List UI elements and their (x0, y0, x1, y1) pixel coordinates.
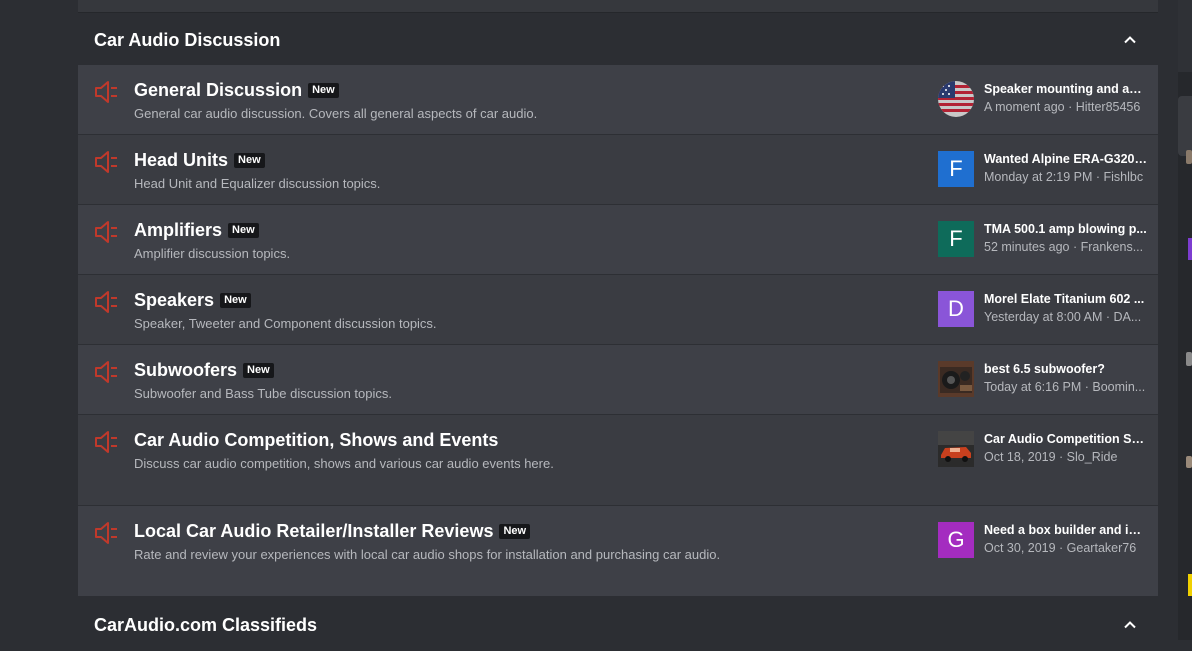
latest-post-meta: A moment ago · Hitter85456 (984, 100, 1141, 114)
forum-description: Discuss car audio competition, shows and… (134, 456, 554, 471)
chevron-up-icon[interactable] (1118, 28, 1142, 52)
speaker-icon (94, 149, 120, 175)
forum-node: Speakers New Speaker, Tweeter and Componen… (78, 275, 1158, 345)
user-avatar[interactable]: F (938, 151, 974, 187)
forum-list: General Discussion New General car audio d… (78, 65, 1158, 596)
forum-info: Subwoofers New Subwoofer and Bass Tube dis… (134, 360, 894, 401)
speaker-icon (94, 219, 120, 245)
chevron-up-icon[interactable] (1118, 613, 1142, 637)
forum-title-link[interactable]: Subwoofers (134, 360, 237, 381)
category-header-car-audio-discussion: Car Audio Discussion (78, 14, 1158, 66)
new-badge: New (220, 293, 251, 308)
speaker-icon (94, 429, 120, 455)
latest-post: F TMA 500.1 amp blowing p... 52 minutes ag… (938, 221, 1153, 261)
forum-info: Car Audio Competition, Shows and Events D… (134, 430, 894, 471)
forum-title-link[interactable]: General Discussion (134, 80, 302, 101)
new-badge: New (243, 363, 274, 378)
latest-post: Speaker mounting and amp... A moment ago … (938, 81, 1153, 121)
forum-node: Local Car Audio Retailer/Installer Revie… (78, 506, 1158, 596)
category-title[interactable]: Car Audio Discussion (94, 30, 280, 51)
category-title[interactable]: CarAudio.com Classifieds (94, 615, 317, 636)
sidebar-edge (1178, 0, 1192, 640)
forum-title-link[interactable]: Car Audio Competition, Shows and Events (134, 430, 498, 451)
forum-title-link[interactable]: Amplifiers (134, 220, 222, 241)
avatar-letter: F (949, 156, 963, 181)
speaker-icon (94, 520, 120, 546)
forum-node: General Discussion New General car audio d… (78, 65, 1158, 135)
subwoofer-photo-avatar[interactable] (938, 361, 974, 397)
user-avatar[interactable]: G (938, 522, 974, 558)
forum-info: Speakers New Speaker, Tweeter and Componen… (134, 290, 894, 331)
latest-thread-link[interactable]: Need a box builder and ins... (984, 522, 1148, 538)
latest-thread-link[interactable]: TMA 500.1 amp blowing p... (984, 221, 1148, 237)
car-photo-avatar[interactable] (938, 431, 974, 467)
new-badge: New (228, 223, 259, 238)
forum-description: General car audio discussion. Covers all… (134, 106, 538, 121)
latest-post: best 6.5 subwoofer? Today at 6:16 PM · Bo… (938, 361, 1153, 401)
forum-description: Head Unit and Equalizer discussion topic… (134, 176, 381, 191)
forum-title-link[interactable]: Speakers (134, 290, 214, 311)
forum-info: General Discussion New General car audio d… (134, 80, 894, 121)
previous-section-edge (78, 0, 1158, 13)
user-avatar[interactable]: F (938, 221, 974, 257)
new-badge: New (308, 83, 339, 98)
latest-post-meta: Oct 18, 2019 · Slo_Ride (984, 450, 1118, 464)
user-avatar[interactable]: D (938, 291, 974, 327)
latest-thread-link[interactable]: Morel Elate Titanium 602 ... (984, 291, 1148, 307)
latest-post-meta: Monday at 2:19 PM · Fishlbc (984, 170, 1144, 184)
speaker-icon (94, 359, 120, 385)
forum-info: Head Units New Head Unit and Equalizer dis… (134, 150, 894, 191)
avatar-letter: G (947, 527, 965, 552)
latest-post: G Need a box builder and ins... Oct 30, 20… (938, 522, 1153, 562)
latest-post: Car Audio Competition SA... Oct 18, 2019 … (938, 431, 1153, 471)
speaker-icon (94, 289, 120, 315)
forum-info: Local Car Audio Retailer/Installer Revie… (134, 521, 894, 562)
forum-node: Car Audio Competition, Shows and Events D… (78, 415, 1158, 506)
new-badge: New (499, 524, 531, 539)
speaker-icon (94, 79, 120, 105)
forum-description: Subwoofer and Bass Tube discussion topic… (134, 386, 392, 401)
forum-node: Amplifiers New Amplifier discussion topics… (78, 205, 1158, 275)
latest-thread-link[interactable]: Wanted Alpine ERA-G320 ... (984, 151, 1148, 167)
forum-description: Speaker, Tweeter and Component discussio… (134, 316, 437, 331)
forum-node: Head Units New Head Unit and Equalizer dis… (78, 135, 1158, 205)
latest-post-meta: 52 minutes ago · Frankens... (984, 240, 1144, 254)
new-badge: New (234, 153, 265, 168)
avatar-letter: F (949, 226, 963, 251)
latest-thread-link[interactable]: Car Audio Competition SA... (984, 431, 1148, 447)
avatar-letter: D (948, 296, 964, 321)
latest-post-meta: Yesterday at 8:00 AM · DA... (984, 310, 1142, 324)
forum-title-link[interactable]: Local Car Audio Retailer/Installer Revie… (134, 521, 493, 542)
flag-avatar[interactable] (938, 81, 974, 117)
forum-node: Subwoofers New Subwoofer and Bass Tube dis… (78, 345, 1158, 415)
forum-description: Amplifier discussion topics. (134, 246, 291, 261)
category-header-classifieds: CarAudio.com Classifieds (78, 599, 1158, 651)
latest-post: D Morel Elate Titanium 602 ... Yesterday a… (938, 291, 1153, 331)
forum-info: Amplifiers New Amplifier discussion topics… (134, 220, 894, 261)
forum-description: Rate and review your experiences with lo… (134, 547, 721, 562)
latest-post: F Wanted Alpine ERA-G320 ... Monday at 2:1… (938, 151, 1153, 191)
latest-post-meta: Today at 6:16 PM · Boomin... (984, 380, 1146, 394)
forum-title-link[interactable]: Head Units (134, 150, 228, 171)
latest-thread-link[interactable]: best 6.5 subwoofer? (984, 361, 1148, 377)
latest-thread-link[interactable]: Speaker mounting and amp... (984, 81, 1148, 97)
latest-post-meta: Oct 30, 2019 · Geartaker76 (984, 541, 1137, 555)
